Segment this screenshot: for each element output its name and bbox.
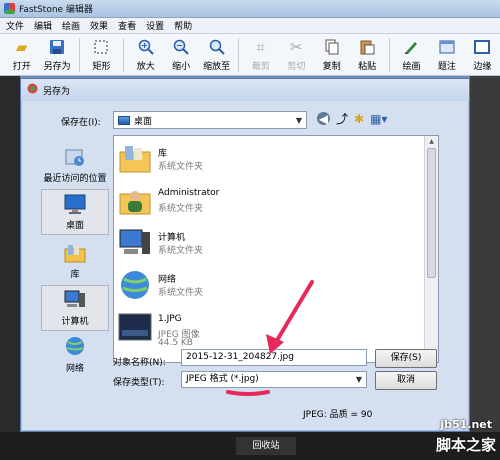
network-icon — [63, 336, 87, 358]
file-list-scrollbar[interactable]: ▲ ▼ — [424, 136, 438, 362]
library-icon — [63, 242, 87, 264]
dialog-nav-icons: ◀ ⤴ ✱ ▦▾ — [317, 112, 387, 125]
cut-icon: ✂ — [290, 37, 303, 56]
save-in-value: 桌面 — [134, 116, 153, 127]
toolbar-separator — [78, 38, 80, 72]
watermark-name: 脚本之家 — [435, 436, 496, 454]
toolbar: ▰ 打开 另存为 矩形 放大 缩小 缩放至 ⌗ 裁剪 ✂ 剪切 复制 粘贴 绘画… — [0, 34, 500, 76]
chevron-down-icon: ▼ — [295, 115, 303, 125]
up-folder-icon[interactable]: ⤴ — [336, 113, 348, 125]
crop-button[interactable]: ⌗ 裁剪 — [243, 34, 278, 74]
crop-icon: ⌗ — [256, 37, 266, 56]
toolbar-separator — [123, 38, 125, 72]
app-title-bar: FastStone 编辑器 — [0, 0, 500, 18]
menu-settings[interactable]: 设置 — [146, 19, 164, 32]
list-item-computer[interactable]: 计算机 系统文件夹 — [118, 224, 418, 264]
open-folder-icon: ▰ — [15, 37, 28, 56]
view-menu-icon[interactable]: ▦▾ — [370, 113, 387, 125]
jpg-thumbnail-icon — [118, 310, 152, 344]
jpeg-quality-text: JPEG: 品质 = 90 — [303, 410, 373, 420]
zoom-in-button[interactable]: 放大 — [128, 34, 163, 74]
place-computer[interactable]: 计算机 — [41, 285, 109, 331]
edge-button[interactable]: 边缘 — [465, 34, 500, 74]
dialog-title: 另存为 — [43, 86, 71, 97]
desktop-icon — [118, 115, 130, 125]
save-button[interactable]: 保存(S) — [375, 349, 437, 368]
faststone-logo-icon — [4, 3, 15, 14]
copy-button[interactable]: 复制 — [314, 34, 349, 74]
place-desktop[interactable]: 桌面 — [41, 189, 109, 235]
save-in-dropdown[interactable]: 桌面 ▼ — [113, 111, 307, 129]
file-list: 库 系统文件夹 Administrator 系统文件夹 计算机 系统文件夹 网络… — [113, 135, 439, 363]
menu-bar: 文件 编辑 绘画 效果 查看 设置 帮助 — [0, 18, 500, 34]
list-item-administrator[interactable]: Administrator 系统文件夹 — [118, 182, 418, 222]
cut-button[interactable]: ✂ 剪切 — [279, 34, 314, 74]
save-in-label: 保存在(I): — [61, 118, 101, 128]
open-button[interactable]: ▰ 打开 — [4, 34, 39, 74]
recent-places-icon — [63, 146, 87, 168]
library-folder-icon — [118, 142, 152, 176]
rect-select-button[interactable]: 矩形 — [84, 34, 119, 74]
menu-help[interactable]: 帮助 — [174, 19, 192, 32]
list-item-network[interactable]: 网络 系统文件夹 — [118, 266, 418, 306]
watermark: jb51.net 脚本之家 — [436, 418, 500, 460]
network-icon — [118, 268, 152, 302]
filename-input[interactable]: 2015-12-31_204827.jpg — [181, 349, 367, 366]
app-title: FastStone 编辑器 — [19, 5, 93, 15]
toolbar-separator — [388, 38, 390, 72]
save-as-dialog: 另存为 保存在(I): 桌面 ▼ ◀ ⤴ ✱ ▦▾ 最近访问的位置 桌面 库 计… — [20, 78, 470, 432]
draw-button[interactable]: 绘画 — [394, 34, 429, 74]
toolbar-separator — [238, 38, 240, 72]
dialog-title-bar[interactable]: 另存为 — [21, 79, 469, 101]
chevron-down-icon: ▼ — [355, 375, 363, 384]
save-as-button[interactable]: 另存为 — [39, 34, 74, 74]
editor-canvas-right — [470, 76, 500, 456]
zoom-out-icon — [171, 37, 191, 57]
menu-edit[interactable]: 编辑 — [34, 19, 52, 32]
paste-icon — [357, 37, 377, 57]
scroll-up-icon[interactable]: ▲ — [425, 136, 438, 148]
menu-file[interactable]: 文件 — [6, 19, 24, 32]
cancel-button[interactable]: 取消 — [375, 371, 437, 390]
caption-button[interactable]: 题注 — [429, 34, 464, 74]
place-library[interactable]: 库 — [41, 237, 109, 283]
menu-effects[interactable]: 效果 — [90, 19, 108, 32]
back-icon[interactable]: ◀ — [317, 112, 330, 125]
rect-select-icon — [91, 37, 111, 57]
computer-icon — [63, 289, 87, 311]
filename-label: 对象名称(N): — [113, 358, 166, 368]
filetype-label: 保存类型(T): — [113, 378, 165, 388]
menu-draw[interactable]: 绘画 — [62, 19, 80, 32]
list-item-library[interactable]: 库 系统文件夹 — [118, 140, 418, 180]
dialog-app-icon — [27, 83, 38, 97]
computer-icon — [118, 226, 152, 260]
edge-icon — [472, 37, 492, 57]
desktop-icon — [63, 193, 87, 215]
list-item-1-jpg[interactable]: 1.JPG JPEG 图像 44.5 KB — [118, 308, 418, 348]
editor-canvas-left — [0, 76, 20, 436]
copy-icon — [322, 37, 342, 57]
zoom-to-icon — [207, 37, 227, 57]
place-recent[interactable]: 最近访问的位置 — [41, 141, 109, 187]
paste-button[interactable]: 粘贴 — [349, 34, 384, 74]
zoom-in-icon — [136, 37, 156, 57]
draw-icon — [401, 37, 421, 57]
recycle-bin-label[interactable]: 回收站 — [236, 437, 296, 455]
zoom-out-button[interactable]: 缩小 — [163, 34, 198, 74]
filetype-dropdown[interactable]: JPEG 格式 (*.jpg) ▼ — [181, 371, 367, 388]
user-folder-icon — [118, 184, 152, 218]
scrollbar-thumb[interactable] — [427, 148, 436, 278]
zoom-to-button[interactable]: 缩放至 — [199, 34, 234, 74]
filetype-value: JPEG 格式 (*.jpg) — [186, 374, 259, 384]
new-folder-icon[interactable]: ✱ — [354, 113, 364, 125]
watermark-url: jb51.net — [440, 418, 492, 431]
menu-view[interactable]: 查看 — [118, 19, 136, 32]
caption-icon — [437, 37, 457, 57]
place-network[interactable]: 网络 — [41, 331, 109, 377]
save-disk-icon — [47, 37, 67, 57]
places-bar: 最近访问的位置 桌面 库 计算机 网络 — [35, 137, 113, 374]
